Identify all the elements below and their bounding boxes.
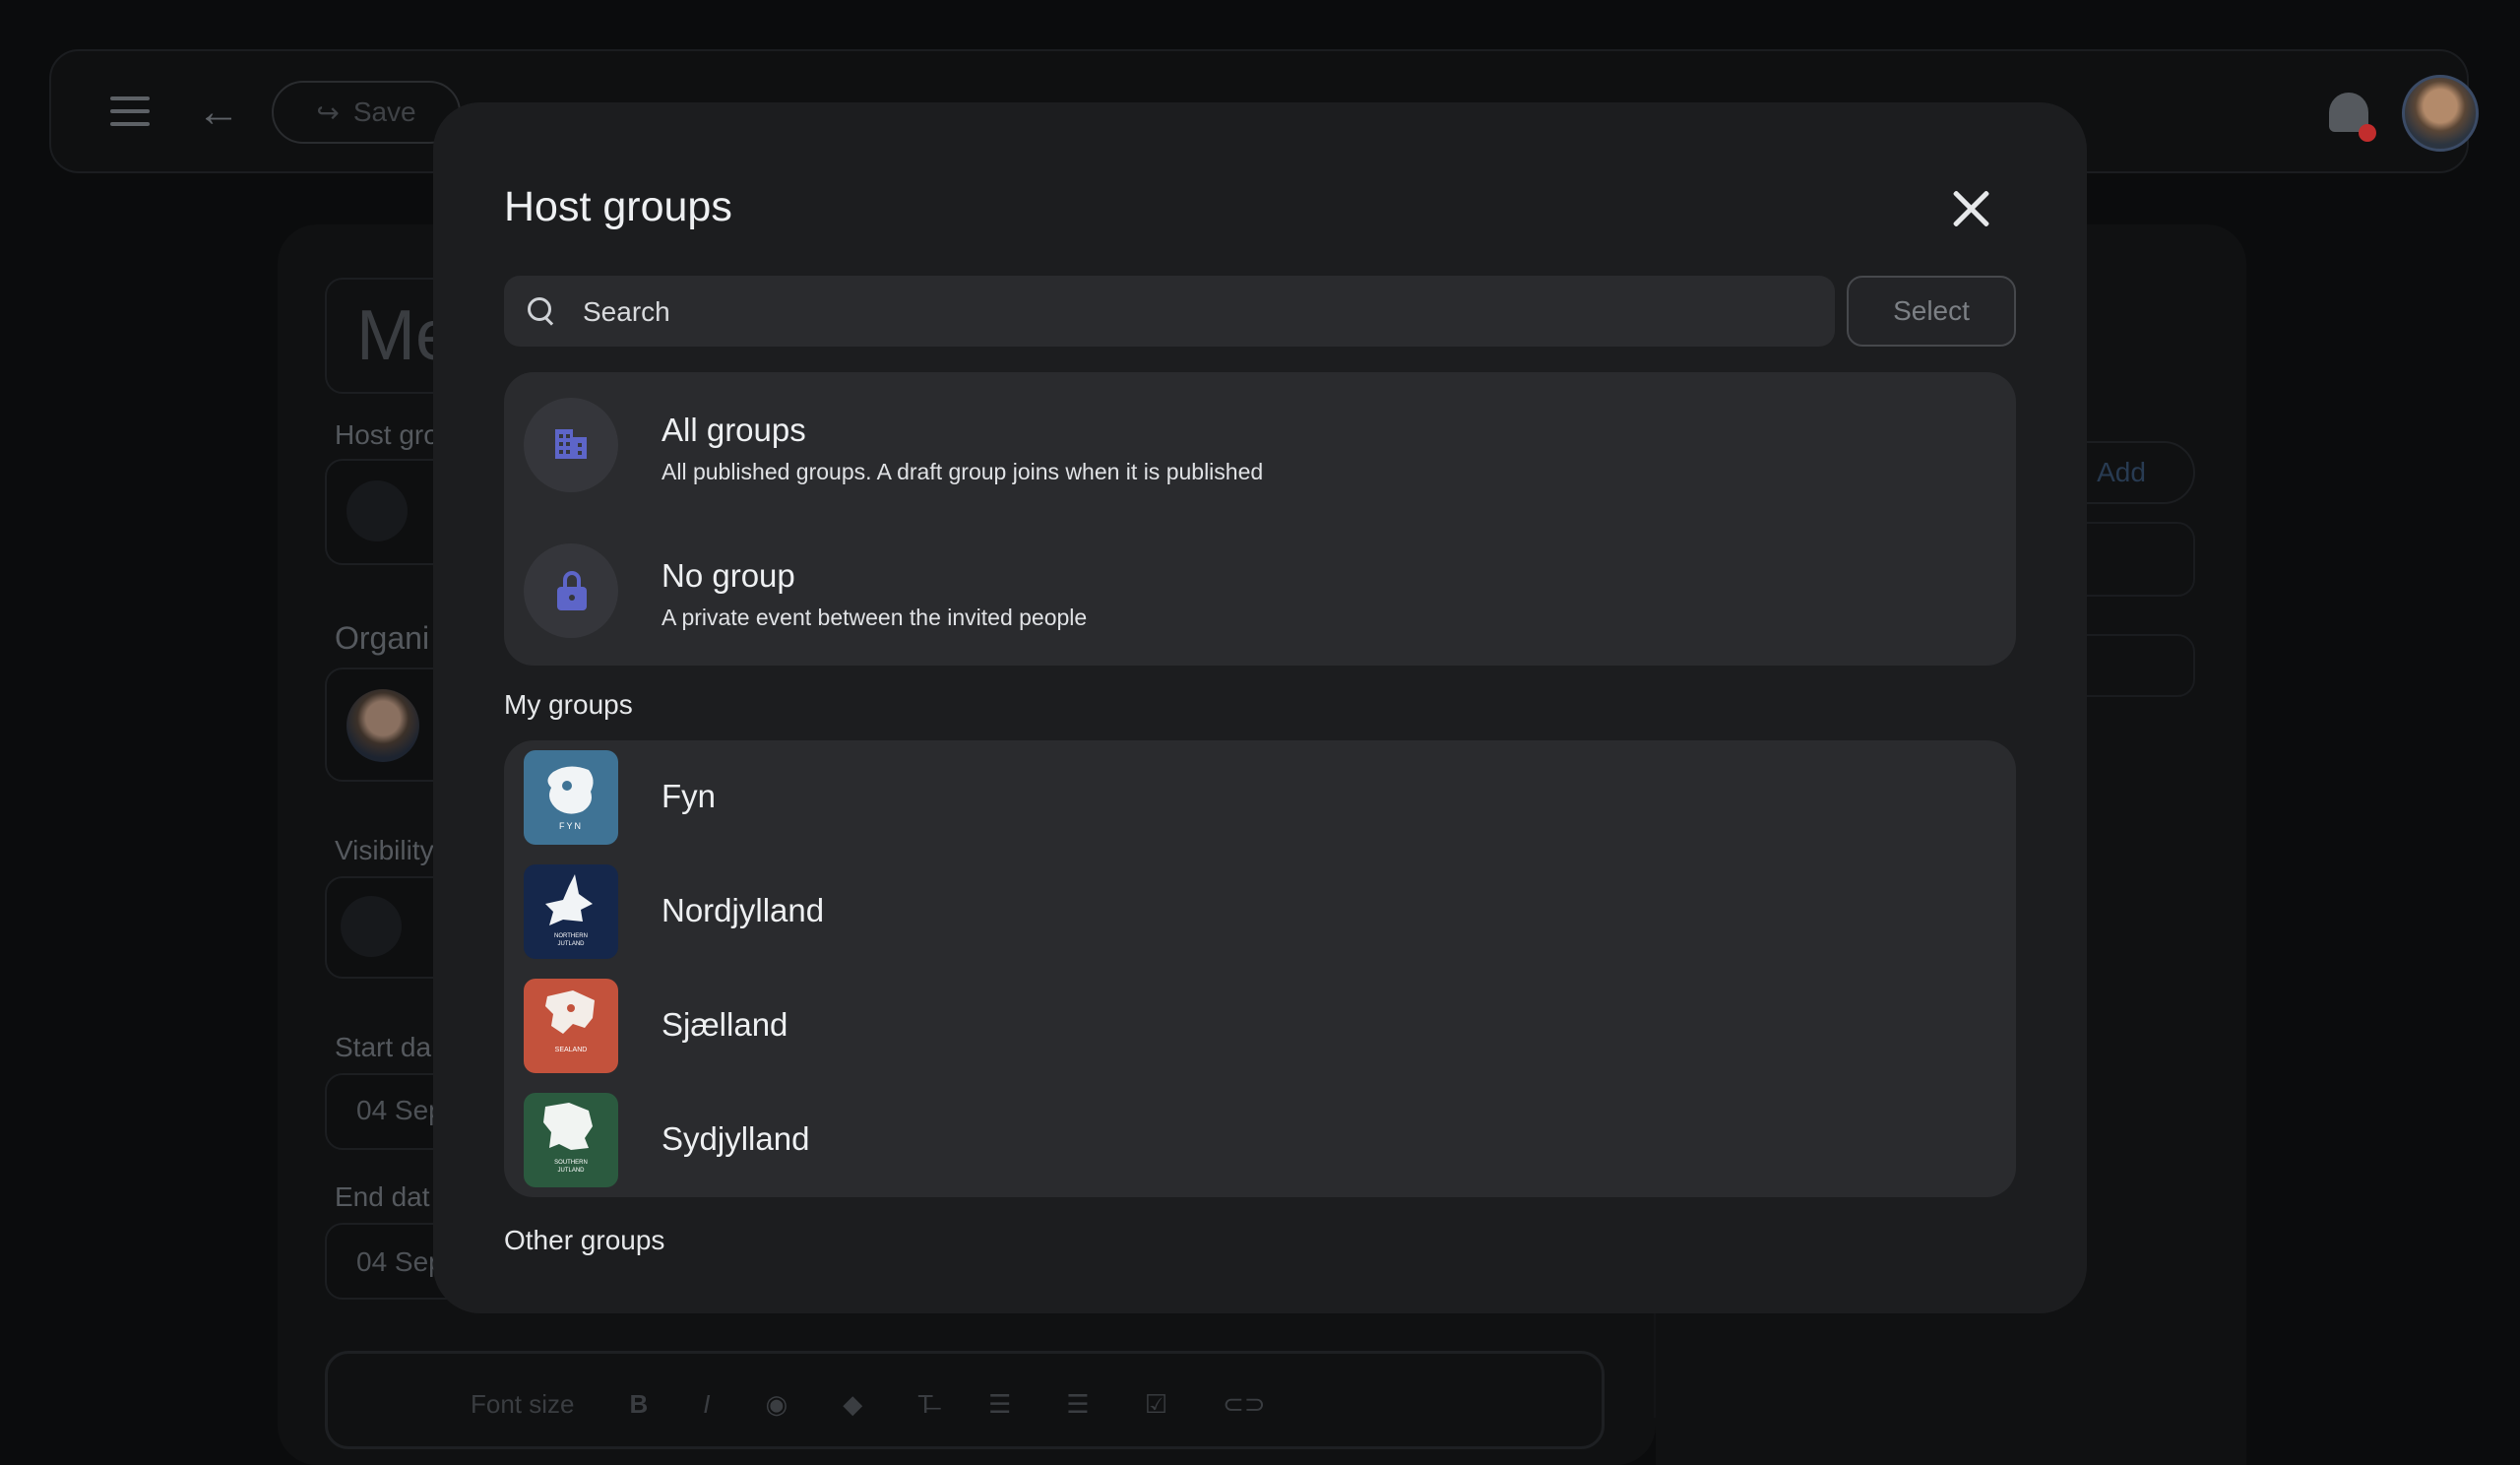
clear-format-icon[interactable]: T̶ — [917, 1389, 933, 1420]
search-icon — [528, 297, 555, 326]
visibility-building-icon — [341, 896, 402, 957]
close-icon[interactable] — [1949, 187, 1992, 230]
select-button[interactable]: Select — [1847, 276, 2016, 347]
svg-text:FYN: FYN — [559, 821, 583, 831]
people-icon — [346, 480, 408, 541]
svg-text:NORTHERN: NORTHERN — [554, 933, 588, 939]
modal-title: Host groups — [504, 183, 732, 230]
bullet-list-icon[interactable]: ☰ — [1066, 1389, 1089, 1420]
notification-dot — [2359, 124, 2376, 142]
visibility-label: Visibility — [335, 835, 434, 865]
organizer-label: Organi — [335, 620, 430, 656]
search-bar — [504, 276, 1835, 349]
host-groups-label: Host gro — [335, 419, 439, 450]
building-icon — [555, 429, 587, 459]
option-title: No group — [662, 557, 795, 594]
end-date-value: 04 Sep — [356, 1246, 444, 1277]
option-no-group[interactable]: No group A private event between the inv… — [524, 543, 1996, 642]
link-icon[interactable]: ⊂⊃ — [1223, 1389, 1266, 1420]
group-name: Nordjylland — [662, 892, 825, 928]
my-groups-heading: My groups — [504, 689, 633, 720]
nordjylland-logo: NORTHERN JUTLAND — [524, 864, 618, 959]
italic-icon[interactable]: I — [703, 1389, 710, 1420]
fyn-logo: FYN — [524, 750, 618, 845]
option-title: All groups — [662, 412, 806, 448]
lock-icon — [557, 571, 587, 610]
menu-icon[interactable] — [110, 96, 150, 128]
save-label: Save — [352, 96, 416, 127]
svg-text:JUTLAND: JUTLAND — [557, 941, 585, 947]
svg-text:SOUTHERN: SOUTHERN — [554, 1160, 588, 1166]
font-size-select[interactable]: Font size — [471, 1389, 575, 1420]
group-name: Fyn — [662, 778, 717, 814]
host-groups-modal: Host groups Select All groups All publis… — [433, 102, 2087, 1313]
editor-toolbar: Font size B I ◉ ◆ T̶ ☰ ☰ ☑ ⊂⊃ — [325, 1351, 1605, 1449]
group-item-sjaelland[interactable]: SEALAND Sjælland — [524, 979, 1996, 1073]
svg-text:JUTLAND: JUTLAND — [557, 1168, 585, 1174]
group-item-fyn[interactable]: FYN Fyn — [524, 750, 1996, 845]
option-subtitle: A private event between the invited peop… — [662, 605, 1088, 630]
search-input[interactable] — [581, 276, 1815, 349]
sydjylland-logo: SOUTHERN JUTLAND — [524, 1093, 618, 1187]
group-item-nordjylland[interactable]: NORTHERN JUTLAND Nordjylland — [524, 864, 1996, 959]
start-date-label: Start da — [335, 1032, 432, 1062]
sjaelland-logo: SEALAND — [524, 979, 618, 1073]
option-all-groups[interactable]: All groups All published groups. A draft… — [524, 398, 1996, 496]
palette-icon[interactable]: ◉ — [766, 1389, 788, 1420]
fill-icon[interactable]: ◆ — [843, 1389, 862, 1420]
group-name: Sydjylland — [662, 1120, 810, 1157]
bold-icon[interactable]: B — [630, 1389, 649, 1420]
end-date-label: End dat — [335, 1181, 430, 1212]
other-groups-heading: Other groups — [504, 1225, 665, 1255]
user-avatar[interactable] — [2402, 75, 2479, 152]
option-subtitle: All published groups. A draft group join… — [662, 459, 1264, 484]
ordered-list-icon[interactable]: ☰ — [988, 1389, 1011, 1420]
redo-icon: ↪ — [316, 96, 340, 128]
group-item-sydjylland[interactable]: SOUTHERN JUTLAND Sydjylland — [524, 1093, 1996, 1187]
svg-text:SEALAND: SEALAND — [555, 1047, 588, 1053]
back-arrow-icon[interactable]: ← — [197, 91, 240, 134]
my-groups-list: FYN Fyn NORTHERN JUTLAND Nordjylland SEA… — [504, 740, 2016, 1197]
group-name: Sjælland — [662, 1006, 788, 1043]
checkbox-icon[interactable]: ☑ — [1145, 1389, 1167, 1420]
start-date-value: 04 Sep — [356, 1095, 444, 1125]
visibility-options-card: All groups All published groups. A draft… — [504, 372, 2016, 666]
save-button[interactable]: ↪ Save — [272, 81, 461, 144]
organizer-avatar — [346, 689, 419, 762]
bell-icon[interactable] — [2325, 89, 2376, 142]
